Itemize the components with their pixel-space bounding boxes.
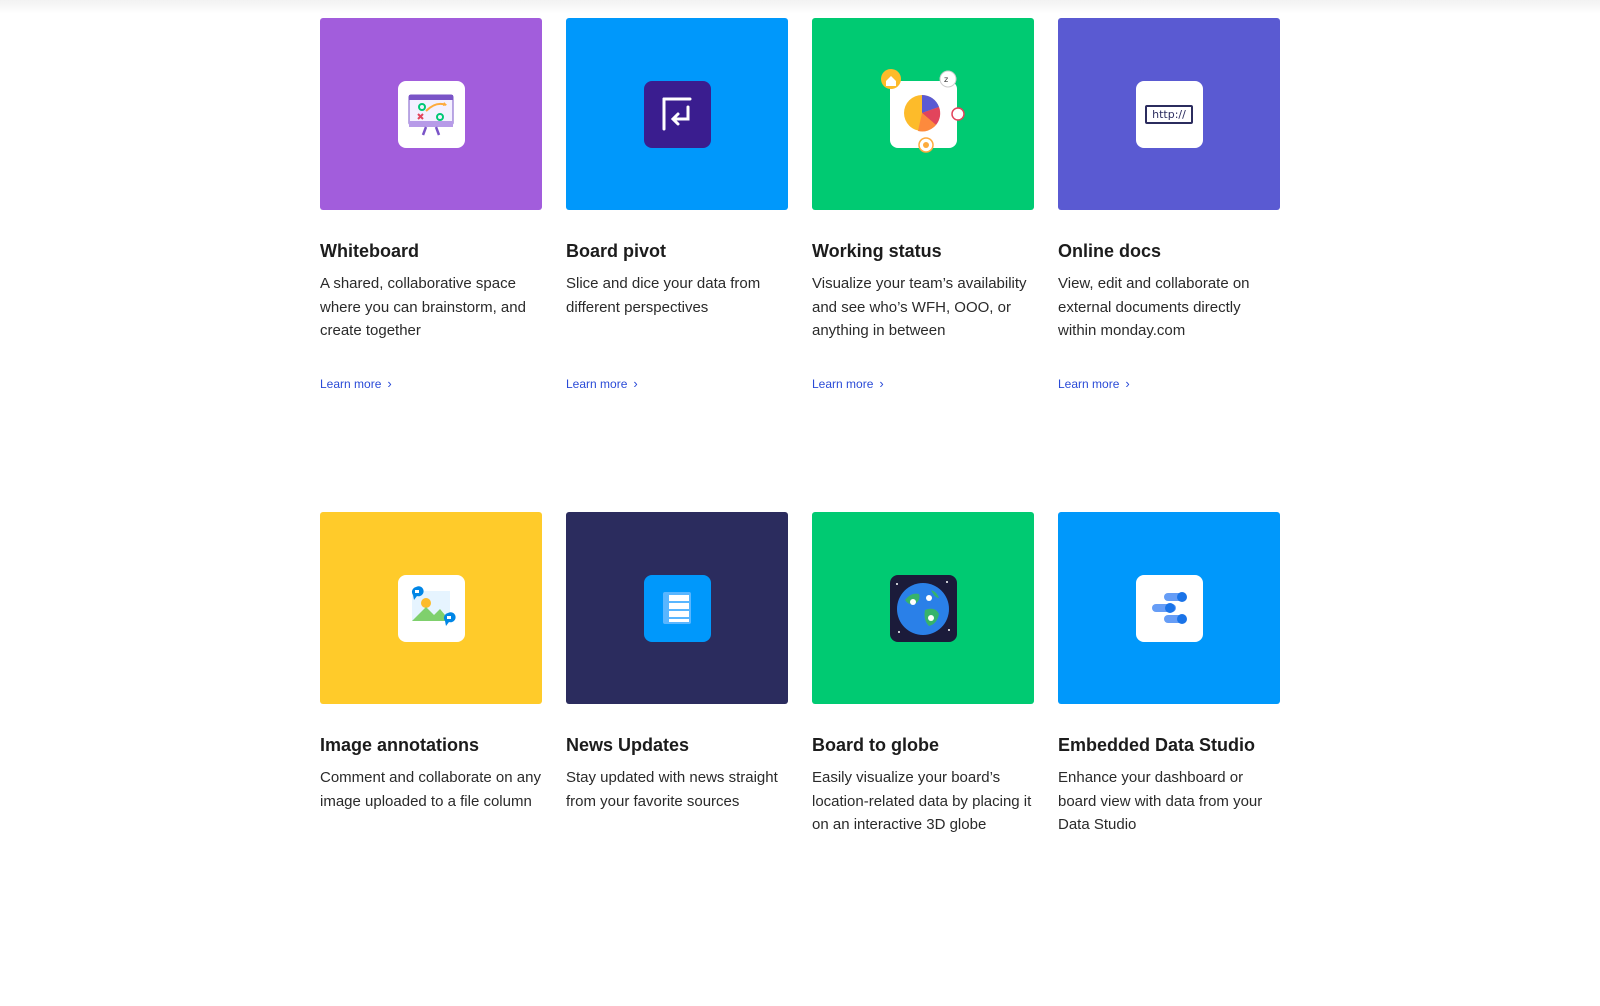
card-description: View, edit and collaborate on external d…	[1058, 275, 1250, 339]
news-icon	[643, 574, 711, 642]
card-tile[interactable]	[566, 512, 788, 704]
card-description: A shared, collaborative space where you …	[320, 275, 526, 339]
whiteboard-icon	[397, 80, 465, 148]
learn-more-label: Learn more	[566, 376, 628, 391]
learn-more-link[interactable]: Learn more ›	[1058, 376, 1130, 391]
chevron-right-icon: ›	[633, 376, 638, 391]
app-card-embedded-data-studio: Embedded Data Studio Enhance your dashbo…	[1058, 512, 1280, 1006]
app-card-board-to-globe: Board to globe Easily visualize your boa…	[812, 512, 1034, 1006]
chevron-right-icon: ›	[1125, 376, 1130, 391]
app-card-working-status: z Working status Visualize your team’s a…	[812, 18, 1034, 512]
learn-more-link[interactable]: Learn more ›	[812, 376, 884, 391]
url-doc-icon: http://	[1135, 80, 1203, 148]
card-tile[interactable]: http://	[1058, 18, 1280, 210]
card-tile[interactable]	[320, 18, 542, 210]
learn-more-label: Learn more	[812, 376, 874, 391]
apps-grid: Whiteboard A shared, collaborative space…	[320, 18, 1280, 1006]
app-card-image-annotations: Image annotations Comment and collaborat…	[320, 512, 542, 1006]
pivot-icon	[643, 80, 711, 148]
card-title: Working status	[812, 241, 942, 261]
learn-more-link[interactable]: Learn more ›	[320, 376, 392, 391]
app-card-online-docs: http:// Online docs View, edit and colla…	[1058, 18, 1280, 512]
card-description: Visualize your team’s availability and s…	[812, 275, 1027, 339]
card-tile[interactable]	[812, 512, 1034, 704]
chevron-right-icon: ›	[879, 376, 884, 391]
learn-more-label: Learn more	[1058, 376, 1120, 391]
card-title: Embedded Data Studio	[1058, 735, 1256, 755]
app-card-board-pivot: Board pivot Slice and dice your data fro…	[566, 18, 788, 512]
globe-icon	[889, 574, 957, 642]
learn-more-link[interactable]: Learn more ›	[566, 376, 638, 391]
pie-status-icon: z	[880, 68, 965, 153]
card-description: Slice and dice your data from different …	[566, 275, 761, 316]
card-description: Comment and collaborate on any image upl…	[320, 769, 541, 810]
header-shadow	[0, 0, 1600, 14]
svg-text:z: z	[944, 75, 948, 84]
card-tile[interactable]	[320, 512, 542, 704]
card-title: Whiteboard	[320, 241, 419, 261]
card-description: Stay updated with news straight from you…	[566, 769, 778, 810]
card-title: Board pivot	[566, 241, 667, 261]
chevron-right-icon: ›	[387, 376, 392, 391]
card-tile[interactable]	[566, 18, 788, 210]
learn-more-label: Learn more	[320, 376, 382, 391]
image-annotation-icon	[397, 574, 465, 642]
app-card-whiteboard: Whiteboard A shared, collaborative space…	[320, 18, 542, 512]
app-card-news-updates: News Updates Stay updated with news stra…	[566, 512, 788, 1006]
data-studio-icon	[1135, 574, 1203, 642]
card-title: Image annotations	[320, 735, 480, 755]
card-tile[interactable]	[1058, 512, 1280, 704]
url-label: http://	[1145, 104, 1193, 124]
card-title: News Updates	[566, 735, 690, 755]
card-title: Online docs	[1058, 241, 1162, 261]
card-title: Board to globe	[812, 735, 939, 755]
card-tile[interactable]: z	[812, 18, 1034, 210]
